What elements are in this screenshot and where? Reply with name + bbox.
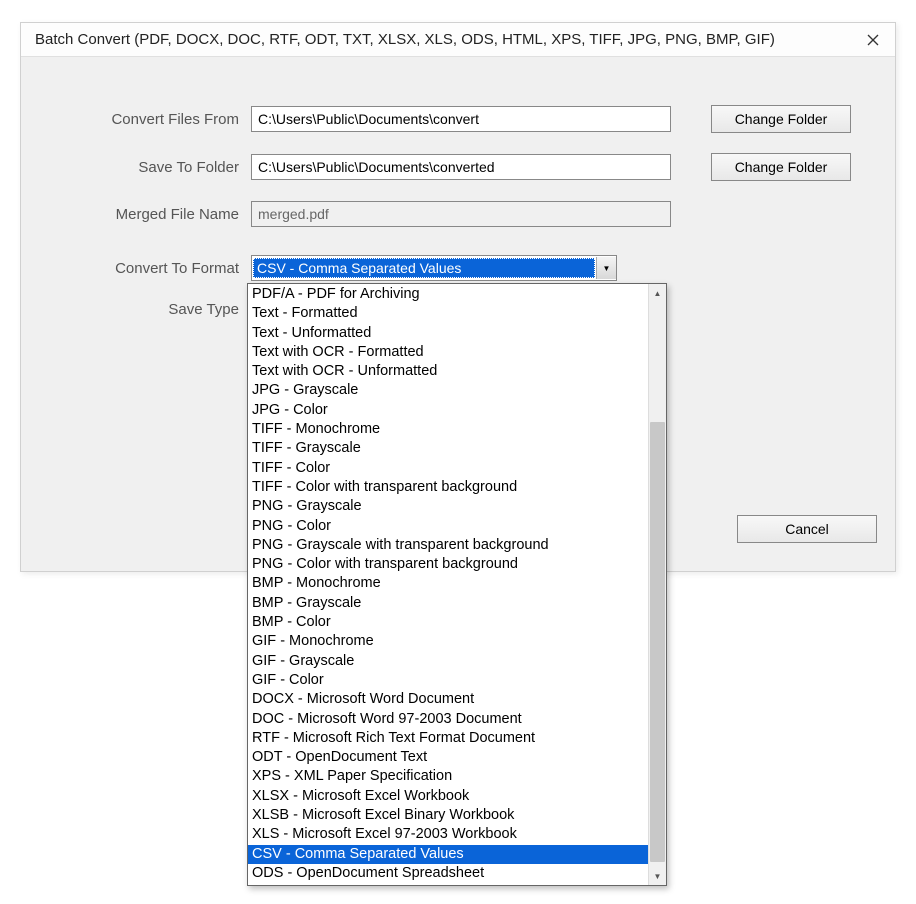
convert-from-input[interactable] (251, 106, 671, 132)
dropdown-option[interactable]: DOC - Microsoft Word 97-2003 Document (248, 710, 648, 729)
row-convert-from: Convert Files From Change Folder (45, 105, 871, 133)
format-dropdown-list[interactable]: PDF/A - PDF for ArchivingText - Formatte… (247, 283, 667, 886)
dropdown-option[interactable]: Text - Formatted (248, 304, 648, 323)
dropdown-option[interactable]: ODT - OpenDocument Text (248, 748, 648, 767)
dropdown-option[interactable]: Text with OCR - Formatted (248, 343, 648, 362)
change-folder-from-button[interactable]: Change Folder (711, 105, 851, 133)
titlebar: Batch Convert (PDF, DOCX, DOC, RTF, ODT,… (21, 23, 895, 57)
dropdown-option[interactable]: BMP - Grayscale (248, 594, 648, 613)
format-label: Convert To Format (45, 260, 251, 277)
dropdown-option[interactable]: GIF - Monochrome (248, 632, 648, 651)
scroll-thumb[interactable] (650, 422, 665, 862)
dialog-footer: Cancel (737, 515, 877, 543)
dropdown-option[interactable]: GIF - Color (248, 671, 648, 690)
dropdown-option[interactable]: CSV - Comma Separated Values (248, 845, 648, 864)
dropdown-option[interactable]: XLSX - Microsoft Excel Workbook (248, 787, 648, 806)
change-folder-to-button[interactable]: Change Folder (711, 153, 851, 181)
dropdown-option[interactable]: PNG - Color with transparent background (248, 555, 648, 574)
format-selected-text: CSV - Comma Separated Values (253, 258, 595, 278)
row-save-to: Save To Folder Change Folder (45, 153, 871, 181)
dropdown-option[interactable]: XLSB - Microsoft Excel Binary Workbook (248, 806, 648, 825)
scroll-down-icon[interactable]: ▼ (649, 867, 666, 885)
dropdown-option[interactable]: BMP - Monochrome (248, 574, 648, 593)
dropdown-option[interactable]: DOCX - Microsoft Word Document (248, 690, 648, 709)
dropdown-option[interactable]: JPG - Color (248, 401, 648, 420)
dropdown-option[interactable]: RTF - Microsoft Rich Text Format Documen… (248, 729, 648, 748)
convert-from-label: Convert Files From (45, 111, 251, 128)
dropdown-option[interactable]: PDF/A - PDF for Archiving (248, 285, 648, 304)
dropdown-option[interactable]: GIF - Grayscale (248, 652, 648, 671)
dropdown-option[interactable]: XPS - XML Paper Specification (248, 767, 648, 786)
dropdown-option[interactable]: TIFF - Monochrome (248, 420, 648, 439)
dropdown-option[interactable]: TIFF - Grayscale (248, 439, 648, 458)
dropdown-option[interactable]: XLS - Microsoft Excel 97-2003 Workbook (248, 825, 648, 844)
dropdown-option[interactable]: TIFF - Color with transparent background (248, 478, 648, 497)
scroll-track[interactable] (649, 302, 666, 867)
save-type-label: Save Type (45, 301, 251, 318)
merged-name-input (251, 201, 671, 227)
chevron-down-icon: ▼ (596, 257, 616, 279)
close-button[interactable] (859, 29, 887, 51)
save-to-input[interactable] (251, 154, 671, 180)
dropdown-option[interactable]: JPG - Grayscale (248, 381, 648, 400)
scroll-up-icon[interactable]: ▲ (649, 284, 666, 302)
dropdown-option[interactable]: TIFF - Color (248, 459, 648, 478)
dropdown-option[interactable]: PNG - Grayscale with transparent backgro… (248, 536, 648, 555)
dropdown-option[interactable]: PNG - Grayscale (248, 497, 648, 516)
cancel-button[interactable]: Cancel (737, 515, 877, 543)
row-merged-name: Merged File Name (45, 201, 871, 227)
dropdown-option[interactable]: Text - Unformatted (248, 324, 648, 343)
dropdown-option[interactable]: PNG - Color (248, 517, 648, 536)
close-icon (867, 34, 879, 46)
dropdown-items-container: PDF/A - PDF for ArchivingText - Formatte… (248, 284, 648, 885)
save-to-label: Save To Folder (45, 159, 251, 176)
merged-name-label: Merged File Name (45, 206, 251, 223)
format-combobox[interactable]: CSV - Comma Separated Values ▼ (251, 255, 617, 281)
dropdown-option[interactable]: ODS - OpenDocument Spreadsheet (248, 864, 648, 883)
row-format: Convert To Format CSV - Comma Separated … (45, 255, 871, 281)
dropdown-option[interactable]: Text with OCR - Unformatted (248, 362, 648, 381)
dropdown-option[interactable]: BMP - Color (248, 613, 648, 632)
window-title: Batch Convert (PDF, DOCX, DOC, RTF, ODT,… (35, 31, 775, 48)
dropdown-scrollbar[interactable]: ▲ ▼ (648, 284, 666, 885)
